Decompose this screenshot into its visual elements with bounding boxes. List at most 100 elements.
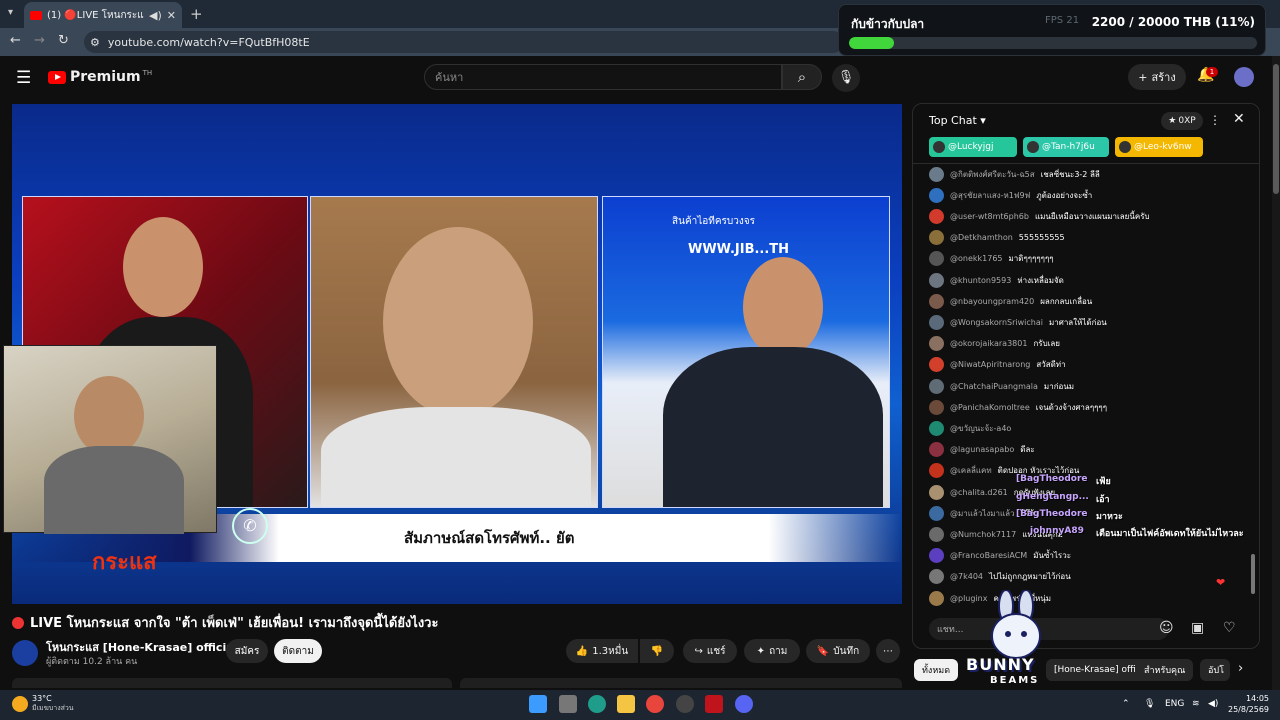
chip-for-you[interactable]: สำหรับคุณ [1136,659,1194,681]
tab-mute-icon[interactable]: ◀) [149,9,162,22]
chat-author[interactable]: @user-wt8mt6ph6b [950,212,1029,221]
chrome-icon[interactable] [646,695,664,713]
keyboard-language[interactable]: ENG [1165,699,1184,709]
chip-all[interactable]: ทั้งหมด [914,659,959,681]
forward-icon[interactable]: → [34,33,45,48]
chat-message[interactable]: @NiwatApiritnarong สวัสดีท่า [929,355,1066,375]
share-button[interactable]: ↪ แชร์ [683,639,737,663]
chat-close-icon[interactable]: ✕ [1233,111,1245,127]
create-button[interactable]: + สร้าง [1128,64,1186,90]
chat-author[interactable]: @khunton9593 [950,276,1011,285]
chat-avatar[interactable] [929,251,944,267]
chat-avatar[interactable] [929,357,944,373]
chat-message[interactable]: @ChatchaiPuangmala มาก่อนม [929,376,1074,396]
more-actions-button[interactable]: ⋯ [876,639,900,663]
chat-avatar[interactable] [929,399,944,415]
wifi-icon[interactable]: ≋ [1192,699,1200,709]
chat-author[interactable]: @lagunasapabo [950,445,1014,454]
chat-author[interactable]: @Numchok7117 [950,530,1016,539]
chat-author[interactable]: @มาแล้วไงมาแล้ว [950,507,1015,520]
chat-avatar[interactable] [929,526,944,542]
youtube-logo[interactable]: Premium TH [48,69,152,85]
tray-chevron-icon[interactable]: ⌃ [1122,699,1130,709]
voice-search-button[interactable]: 🎙 [832,64,860,92]
file-explorer-icon[interactable] [617,695,635,713]
chat-message[interactable]: @Detkhamthon 555555555 [929,228,1065,248]
discord-icon[interactable] [735,695,753,713]
chat-author[interactable]: @FrancoBaresiACM [950,551,1027,560]
start-icon[interactable] [529,695,547,713]
chat-message[interactable]: @lagunasapabo ดีละ [929,440,1035,460]
super-chat-icon[interactable]: ▣ [1191,620,1204,636]
emoji-icon[interactable]: ☺ [1159,620,1174,636]
new-tab-button[interactable]: + [190,5,203,23]
join-button[interactable]: สมัคร [226,639,268,663]
chat-message[interactable]: @ขวัญนะจ้ะ-a4o [929,418,1017,438]
chat-author[interactable]: @กิตติพงศ์ศรีตะวัน-ฉ5ส [950,168,1035,181]
save-button[interactable]: 🔖 บันทึก [806,639,870,663]
site-info-icon[interactable]: ⚙ [90,36,100,49]
pinned-chip[interactable]: @Tan-h7j6u [1023,137,1109,157]
channel-avatar[interactable] [12,640,38,666]
chat-avatar[interactable] [929,442,944,458]
volume-icon[interactable]: ◀) [1208,699,1218,709]
menu-icon[interactable]: ☰ [16,68,31,88]
subscribe-button[interactable]: ติดตาม [274,639,322,663]
chat-message[interactable]: @onekk1765 มาดิๆๆๆๆๆๆๆ [929,249,1054,269]
chat-author[interactable]: @chalita.d261 [950,488,1008,497]
chat-avatar[interactable] [929,187,944,203]
chat-message[interactable]: @สุรชัยลาแสง-ห1ฟ9ฟ ภูต้องอย่างจะซ้ำ [929,185,1092,205]
pinned-chip[interactable]: @Leo-kv6nw [1115,137,1203,157]
app-icon[interactable] [705,695,723,713]
chat-author[interactable]: @ขวัญนะจ้ะ-a4o [950,422,1011,435]
chat-avatar[interactable] [929,590,944,606]
description-box[interactable] [12,678,452,688]
chat-message[interactable]: @FrancoBaresiACM มันซ้ำไรวะ [929,546,1071,566]
edge-icon[interactable] [588,695,606,713]
chat-avatar[interactable] [929,569,944,585]
tab-search-chevron-icon[interactable]: ▾ [8,7,13,18]
task-view-icon[interactable] [559,695,577,713]
chip-uploads[interactable]: อัปโ [1200,659,1230,681]
like-button[interactable]: 👍 1.3หมื่น [566,639,638,663]
chat-message[interactable]: @กิตติพงศ์ศรีตะวัน-ฉ5ส เชลซี่ชนะ3-2 ลีลี [929,164,1100,184]
system-clock[interactable]: 14:05 25/8/2569 [1228,693,1269,715]
chat-avatar[interactable] [929,463,944,479]
heart-icon[interactable]: ♡ [1223,620,1236,636]
chat-mode-selector[interactable]: Top Chat ▾ [929,114,986,127]
page-scrollbar[interactable] [1272,56,1280,690]
chat-author[interactable]: @WongsakornSriwichai [950,318,1043,327]
chat-message[interactable]: @okorojaikara3801 กรับเลย [929,334,1060,354]
chat-author[interactable]: @สุรชัยลาแสง-ห1ฟ9ฟ [950,189,1030,202]
chat-scrollbar[interactable] [1251,166,1255,606]
chat-author[interactable]: @PanichaKomoltree [950,403,1030,412]
chat-avatar[interactable] [929,272,944,288]
account-avatar[interactable] [1234,67,1254,87]
chat-author[interactable]: @7k404 [950,572,983,581]
chat-author[interactable]: @nbayoungpram420 [950,297,1034,306]
chat-author[interactable]: @ChatchaiPuangmala [950,382,1038,391]
chat-avatar[interactable] [929,208,944,224]
chat-author[interactable]: @okorojaikara3801 [950,339,1027,348]
back-icon[interactable]: ← [10,33,21,48]
chat-message[interactable]: @user-wt8mt6ph6b แมนยืเหมือนวางแผนมาเลยนี… [929,206,1150,226]
chat-avatar[interactable] [929,314,944,330]
chat-avatar[interactable] [929,336,944,352]
chat-avatar[interactable] [929,166,944,182]
chat-author[interactable]: @เคลลี่แคท [950,464,992,477]
chat-author[interactable]: @Detkhamthon [950,233,1013,242]
search-button[interactable]: ⌕ [782,64,822,90]
chat-message[interactable]: @7k404 ไปไม่ถูกกฎหมายไว้ก่อน [929,567,1071,587]
weather-widget[interactable]: 33°C มีเมฆบางส่วน [12,694,74,714]
chat-avatar[interactable] [929,548,944,564]
search-input[interactable]: ค้นหา [424,64,782,90]
chat-message[interactable]: @PanichaKomoltree เจนด้วงจ้างศาลๆๆๆๆ [929,397,1107,417]
chips-next-icon[interactable]: › [1238,661,1243,676]
chat-avatar[interactable] [929,505,944,521]
pinned-chip[interactable]: @Luckyjgj [929,137,1017,157]
chat-message[interactable]: @khunton9593 ห่างเหลื่อมจัด [929,270,1064,290]
tab-close-icon[interactable]: ✕ [167,9,176,22]
chat-message[interactable]: @nbayoungpram420 ผลกกลบเกลื่อน [929,291,1092,311]
xp-badge[interactable]: ★ 0XP [1161,112,1203,130]
chat-avatar[interactable] [929,230,944,246]
